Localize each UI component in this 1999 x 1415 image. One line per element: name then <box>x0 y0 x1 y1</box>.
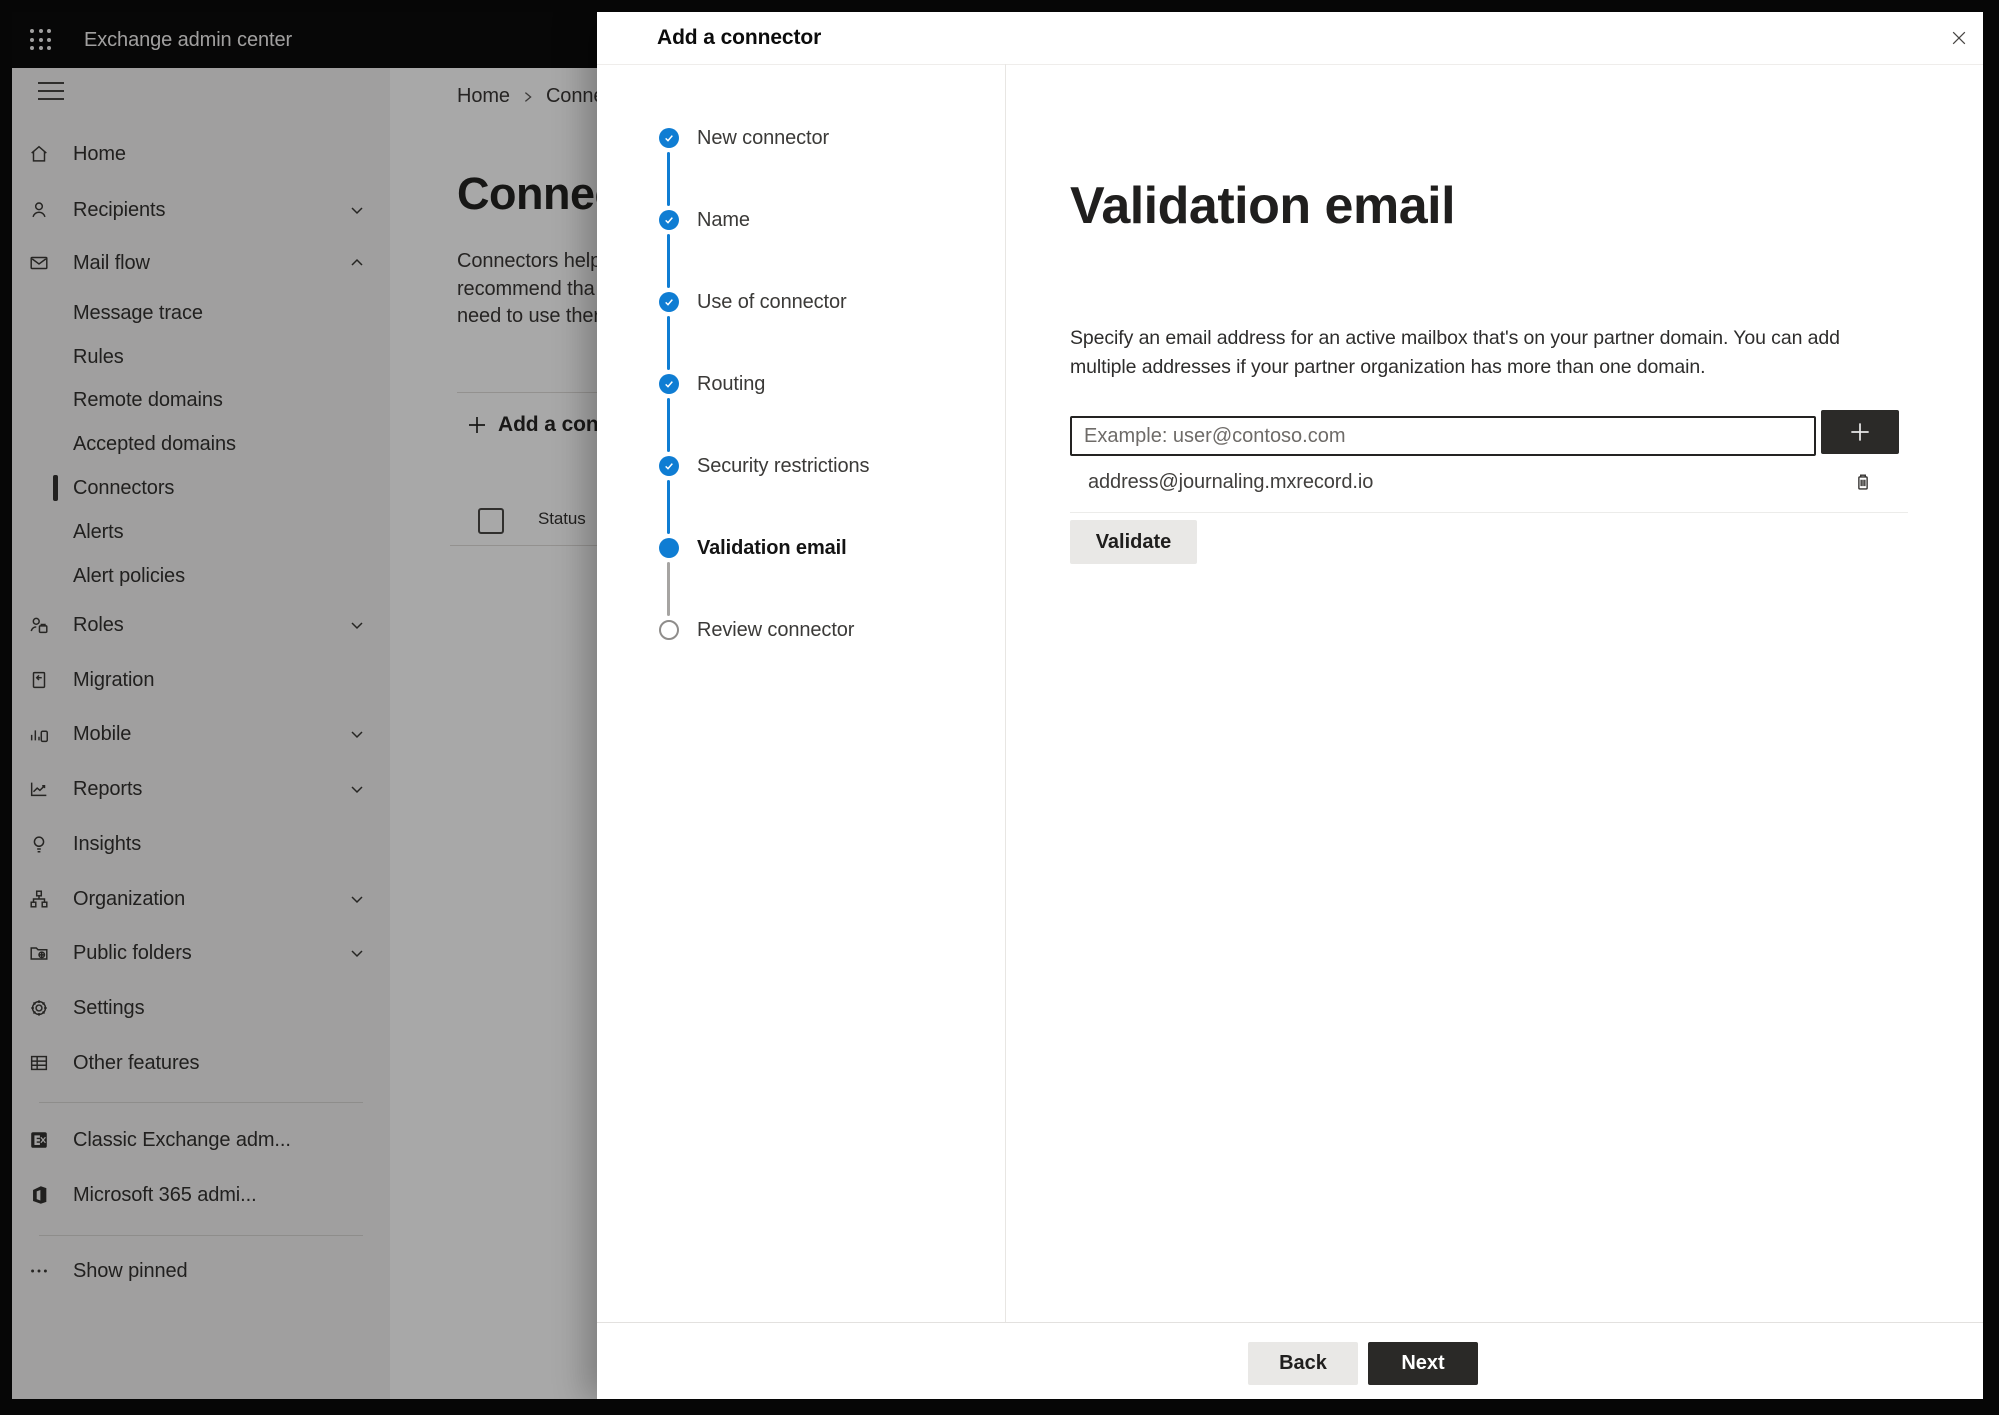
step-label: New connector <box>697 126 830 149</box>
step-connector-line <box>667 234 670 288</box>
next-button[interactable]: Next <box>1368 1342 1478 1385</box>
validation-email-input[interactable] <box>1070 416 1816 456</box>
step-label: Security restrictions <box>697 454 870 477</box>
delete-address-icon[interactable] <box>1849 468 1877 496</box>
step-label: Validation email <box>697 536 847 559</box>
add-connector-panel: Add a connector New connector Name Use o… <box>597 12 1983 1399</box>
panel-title: Add a connector <box>657 26 822 49</box>
step-upcoming-icon <box>659 620 679 640</box>
step-label: Use of connector <box>697 290 847 313</box>
footer-divider <box>597 1322 1983 1323</box>
plus-icon <box>1847 419 1873 445</box>
step-complete-icon <box>659 292 679 312</box>
step-current-icon <box>659 538 679 558</box>
add-email-button[interactable] <box>1821 410 1899 454</box>
step-complete-icon <box>659 456 679 476</box>
step-connector-line <box>667 562 670 616</box>
email-address-value: address@journaling.mxrecord.io <box>1088 471 1374 493</box>
back-button[interactable]: Back <box>1248 1342 1358 1385</box>
validate-button[interactable]: Validate <box>1070 520 1197 564</box>
step-description: Specify an email address for an active m… <box>1070 324 1840 382</box>
step-heading: Validation email <box>1070 177 1456 235</box>
step-complete-icon <box>659 128 679 148</box>
description-line: multiple addresses if your partner organ… <box>1070 356 1706 378</box>
step-label: Routing <box>697 372 766 395</box>
step-connector-line <box>667 480 670 534</box>
app-screen: Exchange admin center Home Recipients Ma… <box>12 12 1983 1399</box>
close-icon[interactable] <box>1946 25 1972 51</box>
email-address-row: address@journaling.mxrecord.io <box>1070 464 1908 504</box>
description-line: Specify an email address for an active m… <box>1070 327 1840 349</box>
step-label: Name <box>697 208 750 231</box>
step-connector-line <box>667 152 670 206</box>
step-complete-icon <box>659 374 679 394</box>
step-connector-line <box>667 398 670 452</box>
step-label: Review connector <box>697 618 855 641</box>
address-list-divider <box>1070 512 1908 513</box>
step-connector-line <box>667 316 670 370</box>
steps-content-divider <box>1005 64 1006 1322</box>
panel-header: Add a connector <box>597 12 1983 65</box>
step-complete-icon <box>659 210 679 230</box>
